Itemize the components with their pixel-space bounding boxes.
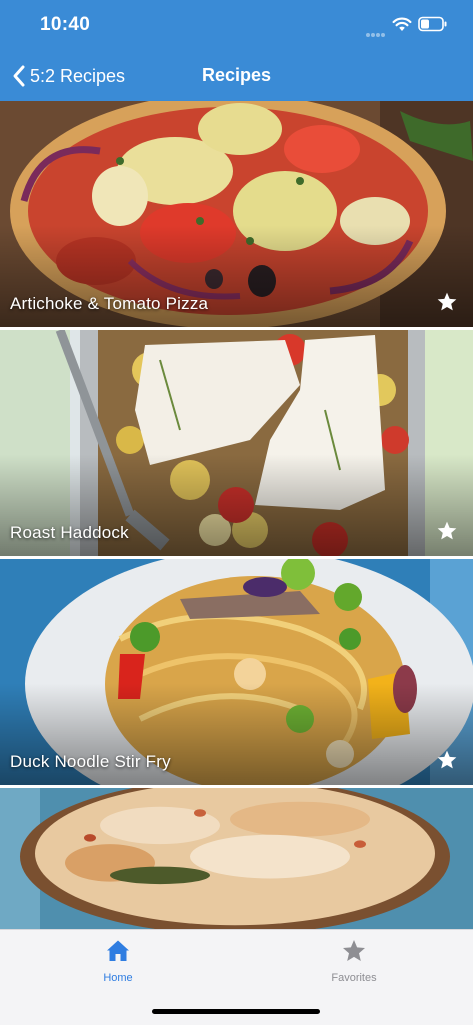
star-icon[interactable]	[436, 749, 458, 771]
recipe-card[interactable]: Artichoke & Tomato Pizza	[0, 101, 473, 327]
wifi-icon	[392, 17, 412, 31]
page-title: Recipes	[201, 65, 272, 85]
home-indicator[interactable]	[152, 1009, 320, 1014]
star-icon[interactable]	[436, 520, 458, 542]
star-icon[interactable]	[436, 291, 458, 313]
status-time: 10:40	[40, 14, 91, 35]
navigation-header: 10:40 5:2 Recipes Recipes	[0, 0, 473, 101]
recipe-title: Artichoke & Tomato Pizza	[10, 294, 209, 313]
tab-home-label: Home	[103, 972, 133, 984]
star-icon	[343, 940, 365, 961]
house-icon	[107, 940, 129, 961]
tab-favorites[interactable]: Favorites	[294, 938, 414, 984]
signal-dots-icon	[366, 24, 388, 37]
tab-home[interactable]: Home	[58, 938, 178, 984]
recipe-card[interactable]	[0, 788, 473, 929]
recipe-title: Roast Haddock	[10, 523, 129, 542]
tab-favorites-label: Favorites	[331, 972, 377, 984]
battery-icon	[418, 16, 447, 32]
recipe-image-pie	[0, 788, 473, 929]
recipe-title: Duck Noodle Stir Fry	[10, 752, 171, 771]
recipe-list[interactable]: Artichoke & Tomato Pizza Roast Haddock D…	[0, 101, 473, 929]
recipe-card[interactable]: Roast Haddock	[0, 330, 473, 556]
recipe-card[interactable]: Duck Noodle Stir Fry	[0, 559, 473, 785]
